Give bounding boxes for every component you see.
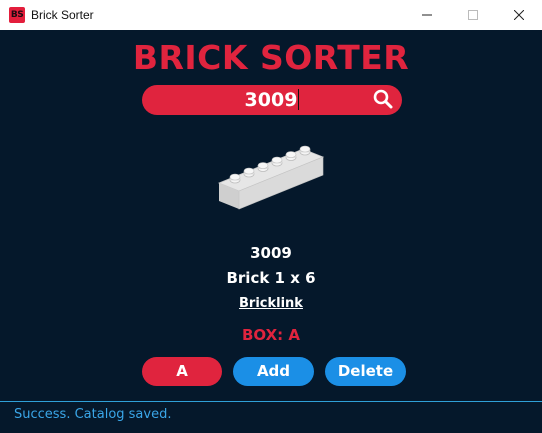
status-message: Success. Catalog saved. bbox=[14, 407, 172, 422]
maximize-icon bbox=[468, 10, 478, 20]
add-button[interactable]: Add bbox=[233, 357, 314, 386]
search-field[interactable]: 3009 bbox=[142, 85, 402, 115]
bricklink-link[interactable]: Bricklink bbox=[0, 296, 542, 311]
part-number: 3009 bbox=[250, 244, 292, 262]
search-value: 3009 bbox=[244, 89, 298, 111]
box-a-button[interactable]: A bbox=[142, 357, 222, 386]
search-input[interactable]: 3009 bbox=[142, 85, 402, 115]
app-icon: BS bbox=[9, 7, 25, 23]
close-icon bbox=[514, 10, 524, 20]
minimize-icon bbox=[422, 14, 432, 16]
close-button[interactable] bbox=[496, 0, 542, 30]
text-caret bbox=[298, 88, 300, 110]
delete-button[interactable]: Delete bbox=[325, 357, 406, 386]
title-bar: BS Brick Sorter bbox=[0, 0, 542, 30]
minimize-button[interactable] bbox=[404, 0, 450, 30]
app-window: BS Brick Sorter BRICK SORTER 3009 3009 B… bbox=[0, 0, 542, 433]
part-name: Brick 1 x 6 bbox=[226, 269, 316, 287]
app-heading: BRICK SORTER bbox=[132, 38, 410, 77]
app-icon-label: BS bbox=[10, 10, 24, 20]
maximize-button[interactable] bbox=[450, 0, 496, 30]
window-title: Brick Sorter bbox=[31, 8, 94, 22]
search-icon[interactable] bbox=[371, 87, 395, 111]
brick-image bbox=[217, 145, 325, 210]
status-divider bbox=[0, 401, 542, 402]
box-label: BOX: A bbox=[241, 326, 301, 344]
